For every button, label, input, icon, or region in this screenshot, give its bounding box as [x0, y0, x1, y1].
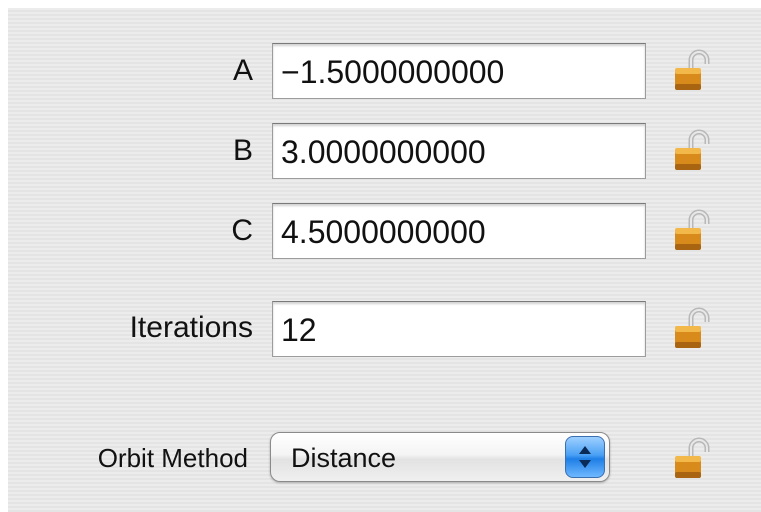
unlocked-padlock-icon[interactable] — [671, 306, 715, 352]
field-a-input[interactable]: −1.5000000000 — [272, 43, 646, 99]
label-iterations: Iterations — [129, 311, 253, 344]
field-c-input[interactable]: 4.5000000000 — [272, 203, 646, 259]
field-iterations-input[interactable]: 12 — [272, 301, 646, 357]
orbit-method-selected-value: Distance — [291, 443, 397, 473]
unlocked-padlock-icon[interactable] — [671, 48, 715, 94]
label-b: B — [232, 134, 253, 167]
unlocked-padlock-icon[interactable] — [671, 208, 715, 254]
label-c: C — [231, 214, 253, 247]
label-orbit-method: Orbit Method — [97, 443, 248, 473]
field-b-input[interactable]: 3.0000000000 — [272, 123, 646, 179]
label-a: A — [232, 54, 253, 87]
unlocked-padlock-icon[interactable] — [671, 128, 715, 174]
up-down-arrows-glyph — [579, 446, 591, 468]
orbit-method-select[interactable]: Distance — [270, 432, 610, 482]
up-down-arrows-icon — [565, 436, 605, 478]
unlocked-padlock-icon[interactable] — [671, 436, 715, 482]
